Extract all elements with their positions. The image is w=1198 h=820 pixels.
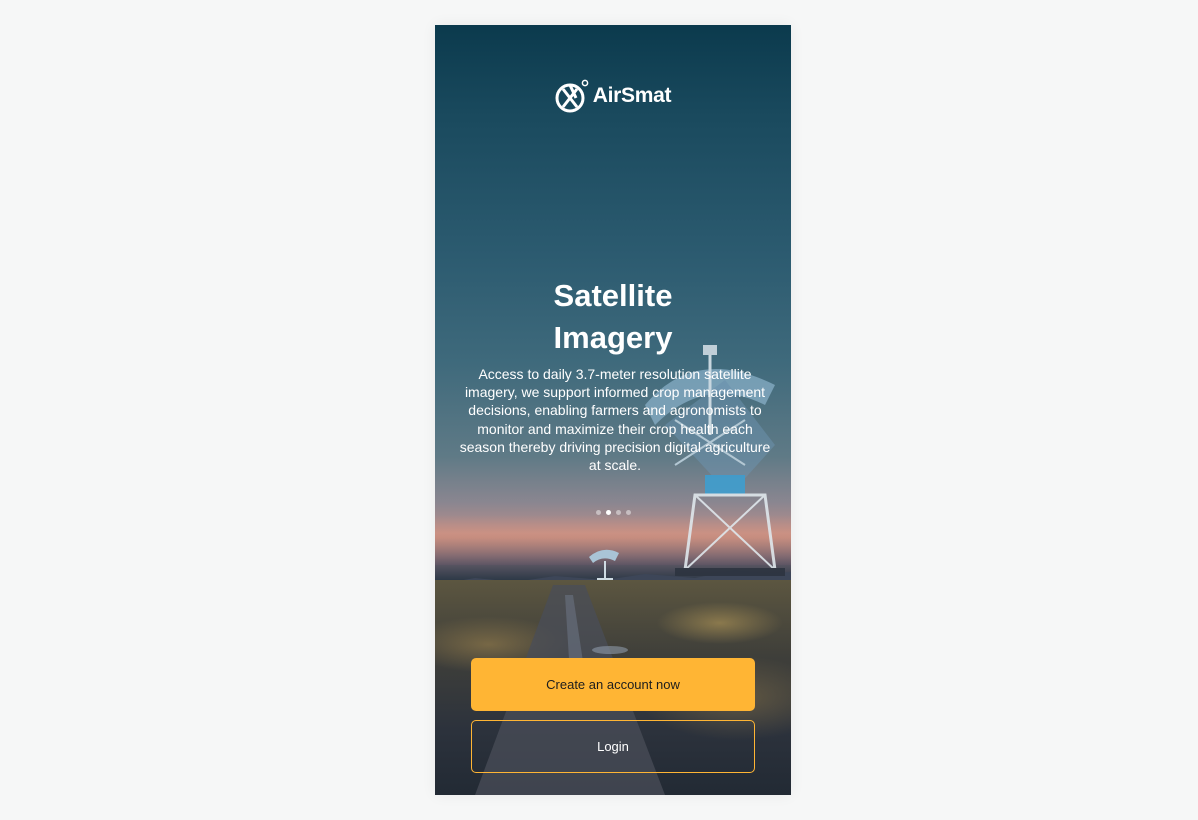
create-account-label: Create an account now <box>546 677 680 692</box>
brand-name: AirSmat <box>592 84 672 107</box>
slide-description: Access to daily 3.7-meter resolution sat… <box>459 366 771 474</box>
carousel-indicator <box>435 510 791 515</box>
create-account-button[interactable]: Create an account now <box>471 658 755 711</box>
airsmat-logo-icon <box>555 79 589 113</box>
small-dish-illustration <box>589 549 619 580</box>
onboarding-screen: AirSmat Satellite Imagery Access to dail… <box>435 25 791 795</box>
login-button[interactable]: Login <box>471 720 755 773</box>
carousel-dot[interactable] <box>615 510 621 515</box>
slide-title: Satellite Imagery <box>553 278 673 355</box>
carousel-dot[interactable] <box>625 510 631 515</box>
carousel-dot[interactable] <box>595 510 601 515</box>
brand-logo: AirSmat <box>435 77 791 115</box>
login-label: Login <box>597 739 629 754</box>
carousel-dot-active[interactable] <box>605 510 611 515</box>
